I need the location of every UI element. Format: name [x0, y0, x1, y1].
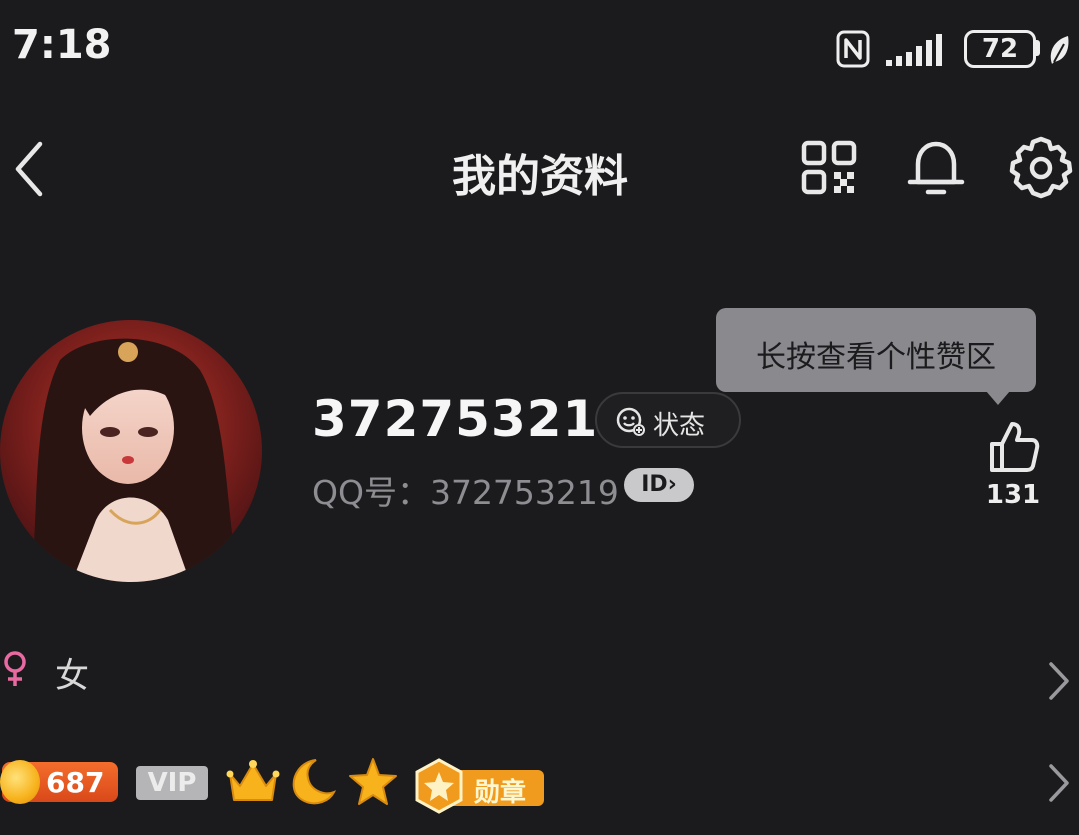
back-icon[interactable] — [10, 140, 50, 198]
thumbs-up-icon[interactable] — [986, 418, 1042, 474]
leaf-icon — [1050, 36, 1069, 64]
chevron-right-icon[interactable] — [1046, 762, 1072, 804]
nfc-icon — [836, 30, 870, 68]
signal-icon — [886, 34, 942, 66]
gender-text: 女 — [55, 656, 89, 696]
tooltip-text: 长按查看个性赞区 — [756, 340, 996, 375]
medal-badge[interactable]: 勋章 — [414, 758, 544, 814]
coin-icon — [0, 760, 40, 804]
medal-icon — [415, 758, 463, 814]
battery-icon: 72 — [964, 30, 1036, 68]
status-button[interactable]: 状态 — [595, 392, 741, 448]
nickname[interactable]: 372753219 — [312, 390, 634, 448]
tooltip-arrow — [986, 391, 1010, 405]
status-label: 状态 — [653, 411, 706, 441]
id-badge-label: ID — [641, 472, 668, 497]
qq-number: QQ号：372753219 — [312, 473, 619, 512]
qr-code-icon[interactable] — [800, 140, 860, 196]
moon-icon[interactable] — [286, 756, 338, 808]
gear-icon[interactable] — [1006, 134, 1076, 204]
crown-icon[interactable] — [226, 758, 280, 806]
star-icon[interactable] — [346, 756, 400, 808]
chevron-right-icon[interactable] — [1046, 660, 1072, 702]
coin-level-badge[interactable]: 687 — [0, 760, 118, 804]
chevron-right-icon: › — [667, 472, 677, 497]
battery-tip — [1036, 40, 1040, 56]
id-badge[interactable]: ID› — [624, 468, 694, 502]
coin-value: 687 — [46, 766, 105, 799]
like-count: 131 — [985, 480, 1041, 510]
page-title: 我的资料 — [452, 151, 628, 202]
like-tooltip: 长按查看个性赞区 — [716, 308, 1036, 392]
smiley-icon — [616, 407, 645, 436]
medal-label: 勋章 — [474, 778, 527, 808]
status-time: 7:18 — [12, 22, 112, 68]
avatar[interactable] — [0, 320, 262, 582]
vip-badge[interactable]: VIP — [136, 766, 208, 800]
bell-icon[interactable] — [904, 136, 968, 200]
female-icon — [4, 651, 26, 686]
